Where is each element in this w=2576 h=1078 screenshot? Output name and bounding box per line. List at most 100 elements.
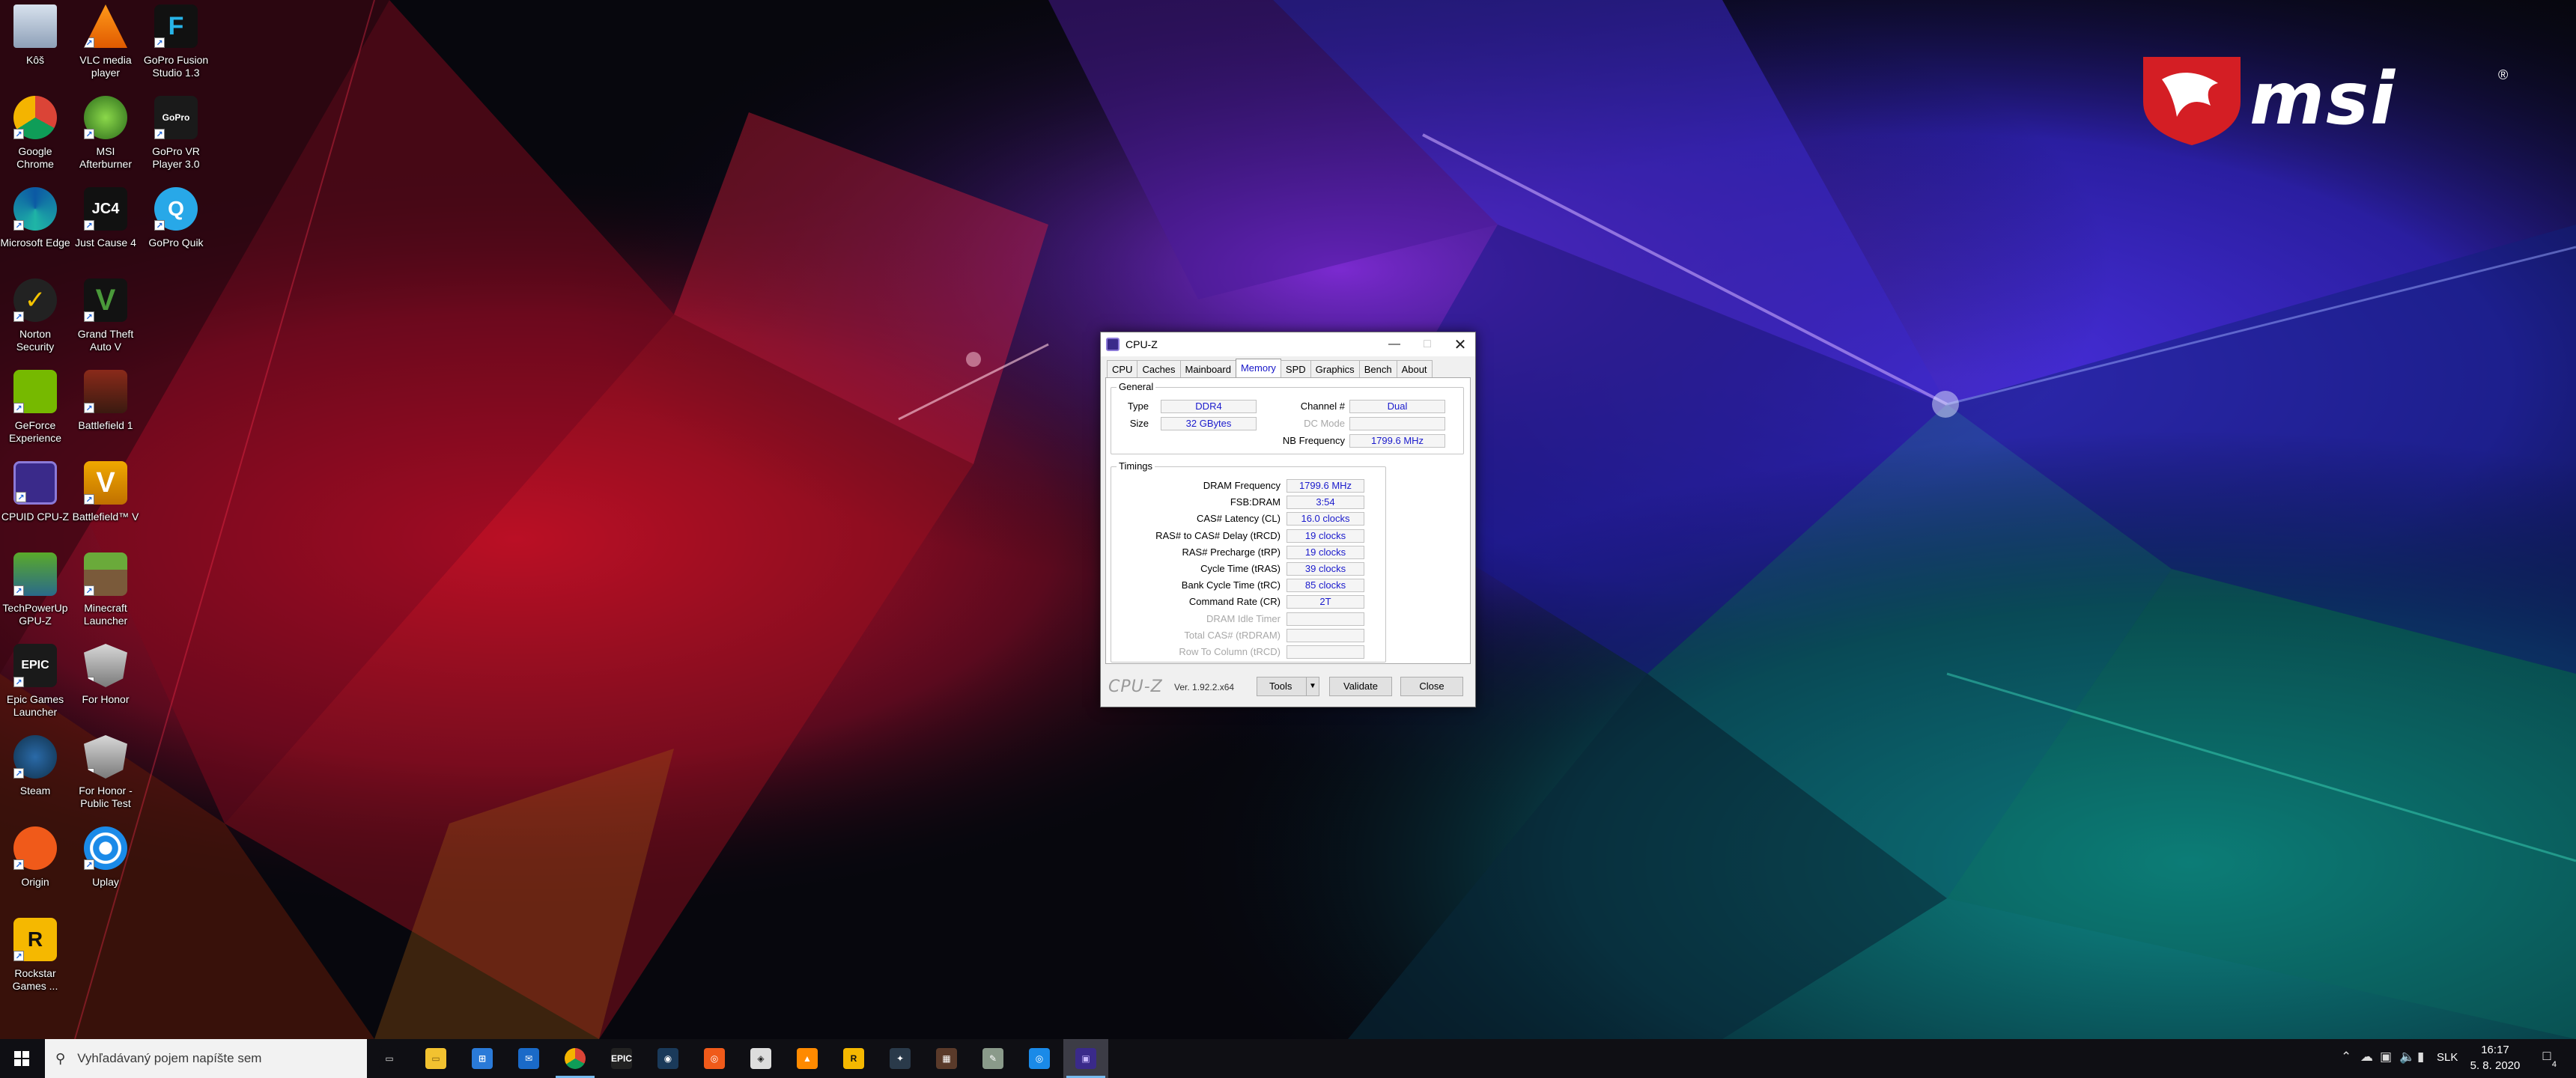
desktop-shortcut[interactable]: ↗ Steam (0, 732, 70, 820)
desktop-shortcut[interactable]: ↗ Minecraft Launcher (70, 549, 141, 638)
rockstar-icon: R (843, 1048, 864, 1069)
taskbar-search-box[interactable]: ⚲ Vyhľadávaný pojem napíšte sem (45, 1039, 367, 1078)
taskbar-app-cpuz[interactable]: ▣ (1063, 1039, 1108, 1078)
desktop-shortcut[interactable]: ↗ For Honor (70, 641, 141, 729)
gpuz-icon: ▦ (936, 1048, 957, 1069)
shortcut-arrow-icon: ↗ (13, 403, 24, 413)
battlefield1-icon: ↗ (84, 370, 127, 413)
taskbar-app-rockstar[interactable]: R (831, 1039, 876, 1078)
tab-bench[interactable]: Bench (1358, 360, 1397, 378)
taskbar-app-app-dark[interactable]: ✦ (878, 1039, 923, 1078)
chrome-icon: ↗ (13, 96, 57, 139)
shortcut-arrow-icon: ↗ (84, 768, 94, 779)
taskbar-app-epic-games[interactable]: EPIC (599, 1039, 644, 1078)
clock-time: 16:17 (2481, 1044, 2509, 1056)
minimize-button[interactable]: — (1378, 332, 1411, 356)
desktop-shortcut[interactable]: ↗ GeForce Experience (0, 367, 70, 455)
desktop-shortcut[interactable]: ↗ MSI Afterburner (70, 93, 141, 181)
desktop-shortcut[interactable]: R ↗ Rockstar Games ... (0, 915, 70, 1003)
onedrive-cloud-icon[interactable]: ☁ (2360, 1050, 2373, 1065)
battery-icon[interactable]: ▮ (2417, 1050, 2424, 1065)
desktop-shortcut[interactable]: ↗ Origin (0, 823, 70, 912)
show-hidden-icons-chevron-icon[interactable]: ⌃ (2341, 1050, 2351, 1065)
desktop-shortcut-label: Microsoft Edge (0, 237, 70, 249)
vlc-icon: ▲ (797, 1048, 818, 1069)
taskbar-app-origin[interactable]: ◎ (692, 1039, 737, 1078)
desktop-shortcut[interactable]: ✓ ↗ Norton Security (0, 275, 70, 364)
shortcut-arrow-icon: ↗ (13, 129, 24, 139)
tab-caches[interactable]: Caches (1137, 360, 1181, 378)
general-group: General Type DDR4 Size 32 GBytes Channel… (1111, 381, 1464, 454)
taskbar-app-chrome[interactable] (553, 1039, 598, 1078)
start-button[interactable] (0, 1039, 43, 1078)
rockstar-icon: R ↗ (13, 918, 57, 961)
tools-dropdown-arrow-icon[interactable]: ▼ (1306, 677, 1319, 696)
cpuz-window[interactable]: CPU-Z — □ ✕ CPU Caches Mainboard Memory … (1100, 332, 1476, 707)
action-center-button[interactable]: □ 4 (2536, 1048, 2558, 1069)
desktop-shortcut-label: GoPro Quik (148, 237, 204, 249)
shortcut-arrow-icon: ↗ (13, 951, 24, 961)
desktop-shortcut[interactable]: ↗ CPUID CPU-Z (0, 458, 70, 546)
taskbar-app-steam[interactable]: ◉ (645, 1039, 690, 1078)
desktop-shortcut[interactable]: ↗ Microsoft Edge (0, 184, 70, 272)
desktop-shortcut[interactable]: F ↗ GoPro Fusion Studio 1.3 (141, 1, 211, 90)
taskbar-app-file-explorer[interactable]: ▭ (413, 1039, 458, 1078)
shortcut-arrow-icon: ↗ (16, 492, 26, 502)
validate-button[interactable]: Validate (1329, 677, 1392, 696)
windows-icon (14, 1051, 29, 1066)
desktop-shortcut[interactable]: ↗ For Honor - Public Test (70, 732, 141, 820)
desktop-shortcut-label: Steam (19, 785, 51, 797)
shortcut-arrow-icon: ↗ (84, 859, 94, 870)
desktop-shortcut-label: For Honor - Public Test (79, 785, 133, 809)
desktop-shortcut[interactable]: ↗ VLC media player (70, 1, 141, 90)
origin-icon: ◎ (704, 1048, 725, 1069)
close-window-button[interactable]: ✕ (1444, 332, 1477, 356)
uplay-icon: ◎ (1029, 1048, 1050, 1069)
desktop-shortcut[interactable]: V ↗ Grand Theft Auto V (70, 275, 141, 364)
volume-icon[interactable]: 🔈 (2399, 1050, 2415, 1065)
taskbar-app-uplay[interactable]: ◎ (1017, 1039, 1062, 1078)
desktop-shortcut[interactable]: GoPro ↗ GoPro VR Player 3.0 (141, 93, 211, 181)
desktop-shortcut[interactable]: JC4 ↗ Just Cause 4 (70, 184, 141, 272)
nb-frequency-value: 1799.6 MHz (1349, 434, 1445, 448)
desktop-shortcut-label: Battlefield™ V (72, 511, 139, 523)
timing-value: 19 clocks (1287, 545, 1364, 559)
network-icon[interactable]: ▣ (2380, 1050, 2392, 1065)
desktop-shortcut[interactable]: V ↗ Battlefield™ V (70, 458, 141, 546)
desktop-shortcut[interactable]: Q ↗ GoPro Quik (141, 184, 211, 272)
timing-label: DRAM Idle Timer (1206, 612, 1281, 624)
desktop-shortcut[interactable]: ↗ Google Chrome (0, 93, 70, 181)
registered-mark: ® (2498, 67, 2509, 82)
taskbar-app-gpuz[interactable]: ▦ (924, 1039, 969, 1078)
taskbar-app-task-view[interactable]: ▭ (367, 1039, 412, 1078)
tab-spd[interactable]: SPD (1280, 360, 1311, 378)
channel-value: Dual (1349, 400, 1445, 413)
desktop-shortcut[interactable]: ↗ TechPowerUp GPU-Z (0, 549, 70, 638)
shortcut-arrow-icon: ↗ (13, 768, 24, 779)
notification-count: 4 (2551, 1060, 2557, 1069)
epic-icon: EPIC ↗ (13, 644, 57, 687)
desktop-shortcut[interactable]: ↗ Uplay (70, 823, 141, 912)
cpuz-titlebar[interactable]: CPU-Z — □ ✕ (1101, 332, 1475, 356)
taskbar-app-paint-app[interactable]: ✎ (970, 1039, 1015, 1078)
desktop-shortcut[interactable]: ↗ Battlefield 1 (70, 367, 141, 455)
tab-graphics[interactable]: Graphics (1310, 360, 1360, 378)
tab-cpu[interactable]: CPU (1107, 360, 1138, 378)
taskbar-app-mail[interactable]: ✉ (506, 1039, 551, 1078)
taskbar-app-msi-app[interactable]: ◈ (738, 1039, 783, 1078)
timing-value: 3:54 (1287, 496, 1364, 510)
tab-mainboard[interactable]: Mainboard (1179, 360, 1236, 378)
language-indicator[interactable]: SLK (2437, 1051, 2458, 1064)
maximize-button[interactable]: □ (1411, 332, 1444, 356)
desktop-shortcut-label: Norton Security (16, 328, 55, 353)
taskbar-app-microsoft-store[interactable]: ⊞ (460, 1039, 505, 1078)
tab-memory[interactable]: Memory (1235, 359, 1281, 378)
taskbar-clock[interactable]: 16:17 5. 8. 2020 (2458, 1042, 2533, 1074)
tab-about[interactable]: About (1396, 360, 1433, 378)
version-label: Ver. 1.92.2.x64 (1174, 682, 1235, 692)
desktop-shortcut[interactable]: Kôš (0, 1, 70, 90)
taskbar-app-vlc[interactable]: ▲ (785, 1039, 830, 1078)
desktop-shortcut[interactable]: EPIC ↗ Epic Games Launcher (0, 641, 70, 729)
close-button[interactable]: Close (1400, 677, 1463, 696)
shortcut-arrow-icon: ↗ (13, 677, 24, 687)
